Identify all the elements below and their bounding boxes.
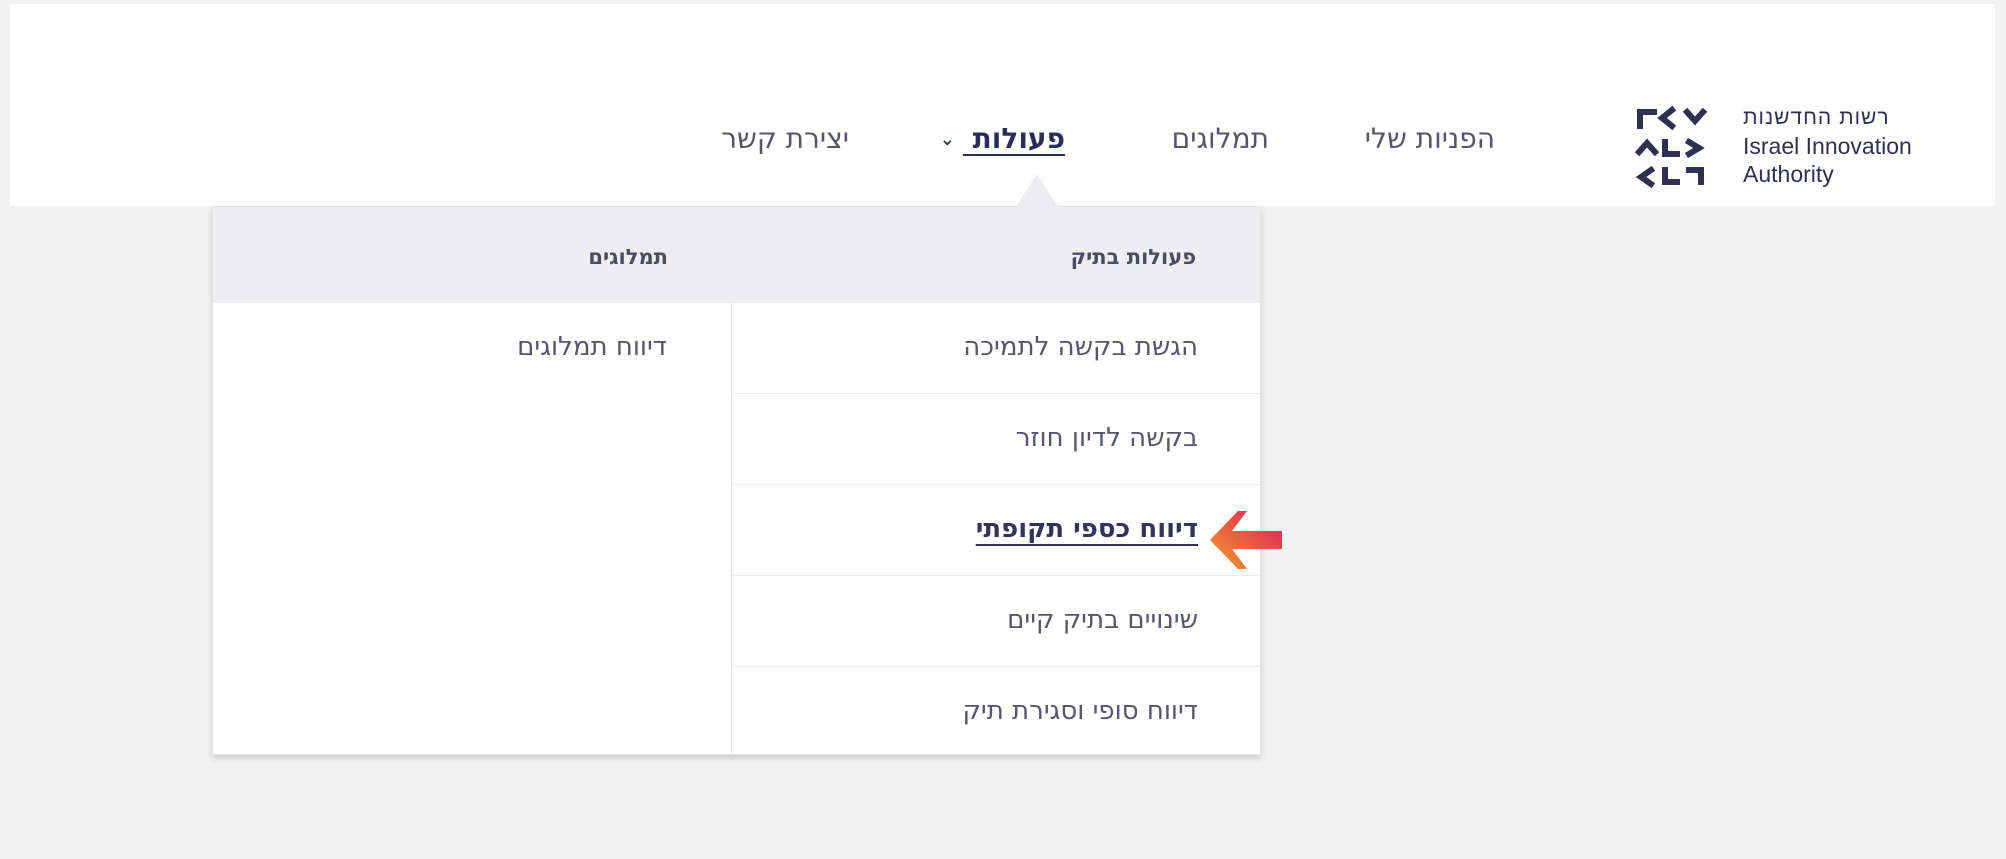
dropdown-columns: הגשת בקשה לתמיכה בקשה לדיון חוזר דיווח כ… xyxy=(213,303,1260,754)
actions-dropdown-menu: פעולות בתיק תמלוגים הגשת בקשה לתמיכה בקש… xyxy=(212,206,1261,755)
brand-hebrew-name: רשות החדשנות xyxy=(1743,106,1890,129)
dropdown-pointer xyxy=(1015,174,1059,208)
menu-item-label: שינויים בתיק קיים xyxy=(1007,605,1198,635)
logo-text: רשות החדשנות Israel Innovation Authority xyxy=(1743,104,1973,188)
nav-royalties[interactable]: תמלוגים xyxy=(1172,122,1269,155)
menu-item-label: הגשת בקשה לתמיכה xyxy=(963,332,1198,362)
nav-my-requests[interactable]: הפניות שלי xyxy=(1365,122,1495,155)
chevron-down-icon: ⌄ xyxy=(939,129,955,150)
brand-english-line-1: Israel Innovation xyxy=(1743,133,1912,159)
case-actions-column: הגשת בקשה לתמיכה בקשה לדיון חוזר דיווח כ… xyxy=(731,303,1260,754)
menu-item-label: דיווח סופי וסגירת תיק xyxy=(962,696,1198,726)
page: רשות החדשנות Israel Innovation Authority… xyxy=(0,0,2006,859)
brand-english-line-2: Authority xyxy=(1743,161,1834,187)
site-header: רשות החדשנות Israel Innovation Authority… xyxy=(10,4,1995,207)
nav-actions[interactable]: פעולות ⌄ xyxy=(940,122,1065,155)
royalties-column: דיווח תמלוגים xyxy=(213,303,731,754)
logo-mark-icon xyxy=(1635,105,1708,188)
menu-item-final-report-close-case[interactable]: דיווח סופי וסגירת תיק xyxy=(732,667,1260,757)
pointing-arrow-icon xyxy=(1210,511,1282,569)
menu-item-existing-case-changes[interactable]: שינויים בתיק קיים xyxy=(732,576,1260,667)
menu-item-periodic-financial-report[interactable]: דיווח כספי תקופתי xyxy=(732,485,1260,576)
menu-item-label: דיווח תמלוגים xyxy=(517,332,667,362)
case-actions-column-title: פעולות בתיק xyxy=(1070,245,1196,269)
menu-item-reconsideration-request[interactable]: בקשה לדיון חוזר xyxy=(732,394,1260,485)
nav-contact-us[interactable]: יצירת קשר xyxy=(721,122,849,155)
nav-actions-label: פעולות xyxy=(972,122,1065,155)
menu-item-royalties-report[interactable]: דיווח תמלוגים xyxy=(213,303,731,393)
israel-innovation-authority-logo[interactable]: רשות החדשנות Israel Innovation Authority xyxy=(1635,104,1965,188)
menu-item-label: בקשה לדיון חוזר xyxy=(1015,423,1198,453)
royalties-column-title: תמלוגים xyxy=(588,245,668,269)
menu-item-submit-support-request[interactable]: הגשת בקשה לתמיכה xyxy=(732,303,1260,394)
dropdown-header: פעולות בתיק תמלוגים xyxy=(213,207,1260,303)
menu-item-label: דיווח כספי תקופתי xyxy=(975,514,1198,544)
